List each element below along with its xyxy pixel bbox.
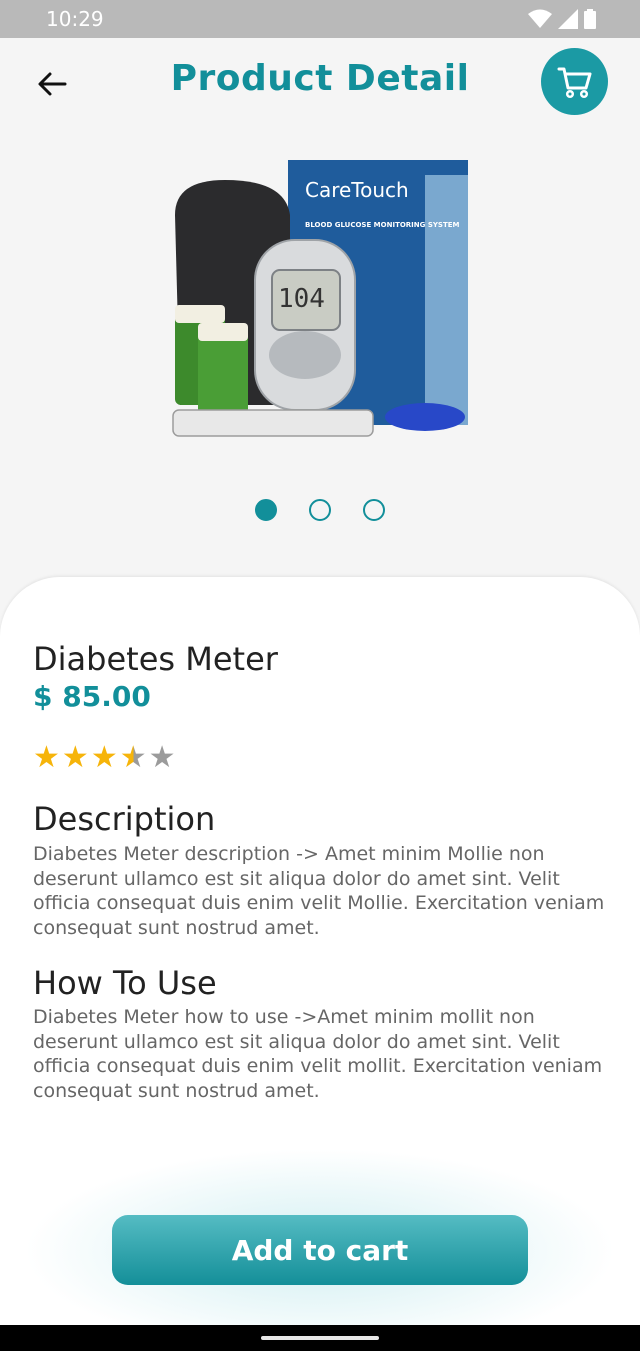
status-bar: 10:29 (0, 0, 640, 38)
product-price: $ 85.00 (33, 680, 151, 713)
pager-dot[interactable] (309, 499, 331, 521)
add-to-cart-button[interactable]: Add to cart (112, 1215, 528, 1285)
app-bar: Product Detail (0, 38, 640, 128)
star-icon: ★ (90, 740, 118, 775)
star-empty-icon: ★ (148, 740, 176, 775)
description-text: Diabetes Meter description -> Amet minim… (33, 843, 605, 939)
meter-display: 104 (278, 284, 325, 314)
battery-icon (584, 9, 596, 29)
image-pager (0, 499, 640, 521)
box-brand-text: CareTouch (305, 178, 409, 202)
pager-dot[interactable] (363, 499, 385, 521)
box-label-text: BLOOD GLUCOSE MONITORING SYSTEM (305, 221, 460, 229)
product-name: Diabetes Meter (33, 640, 278, 678)
half-star-icon: ★ (119, 740, 147, 775)
status-icons (528, 9, 596, 29)
signal-icon (558, 9, 578, 29)
star-icon: ★ (61, 740, 89, 775)
cart-button[interactable] (541, 48, 608, 115)
home-indicator[interactable] (261, 1336, 379, 1340)
pager-dot[interactable] (255, 499, 277, 521)
how-to-use-text: Diabetes Meter how to use ->Amet minim m… (33, 1006, 603, 1102)
product-image[interactable]: CareTouch BLOOD GLUCOSE MONITORING SYSTE… (165, 155, 475, 445)
how-to-use-title: How To Use (33, 964, 217, 1002)
description-title: Description (33, 800, 216, 838)
product-illustration: CareTouch BLOOD GLUCOSE MONITORING SYSTE… (172, 160, 468, 437)
star-icon: ★ (33, 740, 60, 775)
shopping-cart-icon (557, 67, 591, 98)
rating-stars: ★ ★ ★ ★ ★ (33, 742, 176, 774)
status-time: 10:29 (46, 7, 104, 31)
wifi-icon (528, 9, 552, 28)
system-nav-bar (0, 1325, 640, 1351)
